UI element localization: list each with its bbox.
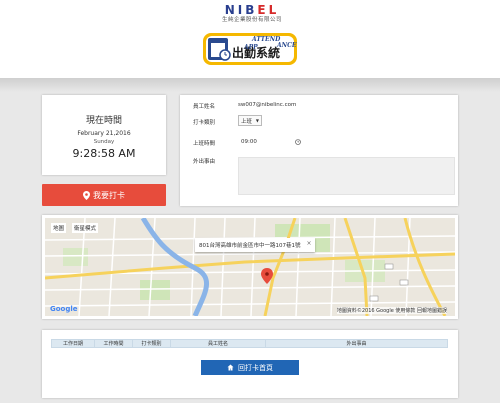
map-info-window: 801台灣高雄市前金區市中一路107巷1號 × xyxy=(195,238,315,252)
category-label: 打卡類別 xyxy=(193,120,216,126)
brand-subtitle: 生純企業股份有限公司 xyxy=(221,17,282,23)
header-shadow xyxy=(0,78,500,92)
back-to-home-button[interactable]: 回打卡首頁 xyxy=(201,360,299,375)
clock-icon xyxy=(295,138,301,145)
punch-in-label: 我要打卡 xyxy=(93,190,125,200)
map-type-map[interactable]: 地圖 xyxy=(51,223,67,233)
close-icon[interactable]: × xyxy=(306,240,311,247)
records-table-header: 工作日期 工作時間 打卡類別 員工姓名 外出事由 xyxy=(51,339,448,348)
employee-value: sw007@nibelinc.com xyxy=(238,102,297,108)
clock-time: 9:28:58 AM xyxy=(72,147,136,160)
clock-weekday: Sunday xyxy=(93,139,115,145)
outing-reason-textarea[interactable] xyxy=(238,157,455,195)
current-time-card: 現在時間 February 21,2016 Sunday 9:28:58 AM xyxy=(42,95,166,175)
category-select[interactable]: 上班 ▼ xyxy=(238,115,262,126)
col-punch-type: 打卡類別 xyxy=(133,340,171,347)
map-type-satellite[interactable]: 衛星模式 xyxy=(72,223,99,233)
brand-logo-right: EL xyxy=(257,3,280,17)
chevron-down-icon: ▼ xyxy=(255,118,259,123)
map-canvas xyxy=(45,218,455,316)
map-attribution[interactable]: 地圖資料©2016 Google 使用條款 回報地圖錯誤 xyxy=(336,307,447,314)
col-work-time: 工作時間 xyxy=(95,340,133,347)
work-time-input[interactable]: 09:00 xyxy=(238,136,304,147)
header: NIBEL 生純企業股份有限公司 出勤系統 ATTEND ANCE APP xyxy=(0,0,500,78)
employee-label: 員工姓名 xyxy=(193,104,216,110)
outing-label: 外出事由 xyxy=(193,159,216,165)
work-time-value: 09:00 xyxy=(241,138,257,145)
map-info-address: 801台灣高雄市前金區市中一路107巷1號 xyxy=(199,243,301,249)
col-outing-reason: 外出事由 xyxy=(346,341,367,347)
col-employee-name: 員工姓名 xyxy=(171,340,266,347)
records-card: 工作日期 工作時間 打卡類別 員工姓名 外出事由 回打卡首頁 xyxy=(42,330,458,398)
brand-logo: NIBEL 生純企業股份有限公司 xyxy=(212,4,292,24)
category-value: 上班 xyxy=(241,118,253,125)
map-pin-icon xyxy=(83,190,90,200)
clock-title: 現在時間 xyxy=(85,116,122,126)
attendance-app-logo: 出勤系統 ATTEND ANCE APP xyxy=(203,33,297,65)
brand-logo-left: NIB xyxy=(224,3,258,17)
home-icon xyxy=(227,364,234,371)
google-logo: Google xyxy=(50,305,78,313)
work-time-label: 上班時間 xyxy=(193,141,216,147)
app-logo-word2: ANCE xyxy=(276,42,297,49)
col-work-date: 工作日期 xyxy=(52,340,95,347)
punch-form: 員工姓名 sw007@nibelinc.com 打卡類別 上班 ▼ 上班時間 0… xyxy=(180,95,458,206)
clock-date: February 21,2016 xyxy=(77,130,131,137)
map-card: 地圖 衛星模式 801台灣高雄市前金區市中一路107巷1號 × Google 地… xyxy=(42,215,458,319)
back-to-home-label: 回打卡首頁 xyxy=(238,363,273,372)
punch-in-button[interactable]: 我要打卡 xyxy=(42,184,166,206)
google-map[interactable]: 地圖 衛星模式 801台灣高雄市前金區市中一路107巷1號 × Google 地… xyxy=(45,218,455,316)
app-logo-word3: APP xyxy=(243,44,258,51)
map-type-controls: 地圖 衛星模式 xyxy=(51,223,99,233)
